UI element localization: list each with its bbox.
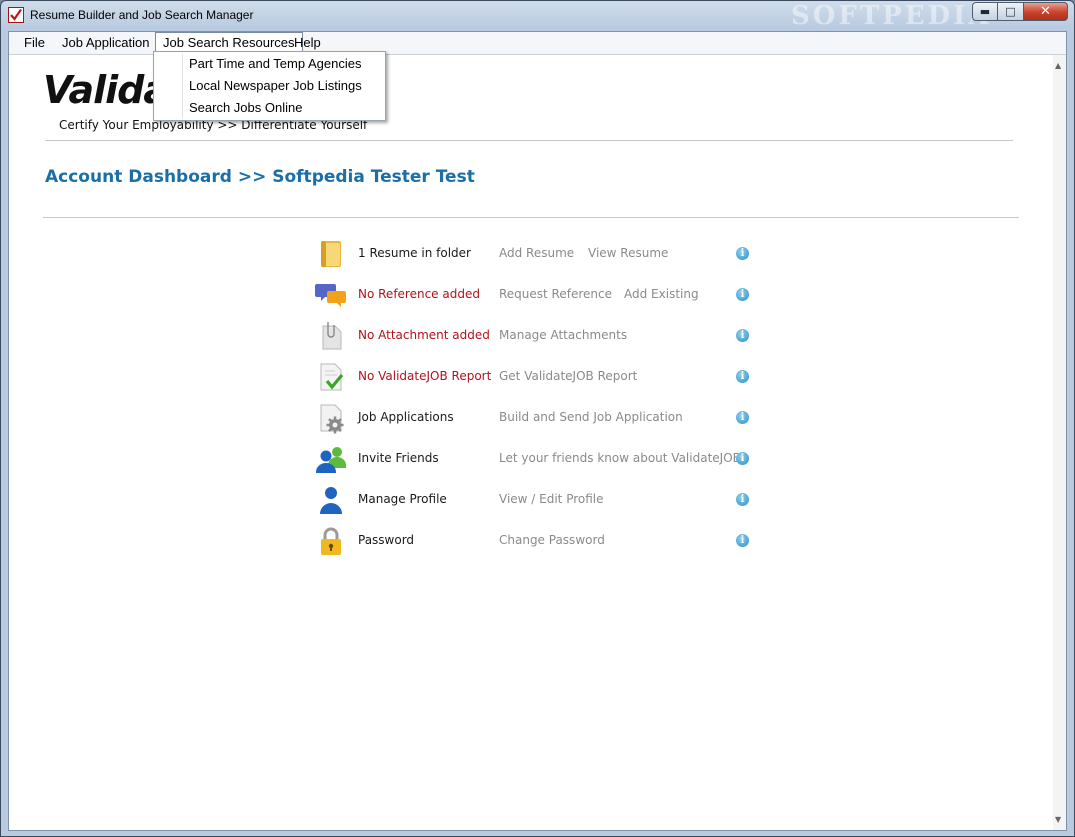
menu-item-part-time-agencies[interactable]: Part Time and Temp Agencies <box>189 53 361 75</box>
row-label: Job Applications <box>358 410 454 424</box>
dashboard-row-reference: No Reference added Request Reference Add… <box>315 279 755 311</box>
divider <box>45 140 1013 141</box>
gear-document-icon <box>315 402 347 434</box>
close-icon: ✕ <box>1040 4 1051 19</box>
info-icon[interactable]: i <box>736 534 749 547</box>
manage-attachments-link[interactable]: Manage Attachments <box>499 328 627 342</box>
speech-bubbles-icon <box>315 279 347 311</box>
row-label: 1 Resume in folder <box>358 246 471 260</box>
build-send-application-link[interactable]: Build and Send Job Application <box>499 410 683 424</box>
row-label: Manage Profile <box>358 492 447 506</box>
dashboard-row-report: No ValidateJOB Report Get ValidateJOB Re… <box>315 361 755 393</box>
invite-friends-link[interactable]: Let your friends know about ValidateJOB <box>499 451 741 465</box>
page-title: Account Dashboard >> Softpedia Tester Te… <box>45 167 475 187</box>
window-title: Resume Builder and Job Search Manager <box>30 8 254 22</box>
row-label: Invite Friends <box>358 451 439 465</box>
close-button[interactable]: ✕ <box>1024 2 1068 21</box>
paperclip-document-icon <box>315 320 347 352</box>
add-existing-link[interactable]: Add Existing <box>624 287 699 301</box>
change-password-link[interactable]: Change Password <box>499 533 605 547</box>
minimize-button[interactable]: ▬ <box>972 2 998 21</box>
title-bar[interactable]: Resume Builder and Job Search Manager SO… <box>1 1 1074 31</box>
scroll-down-icon[interactable]: ▼ <box>1055 815 1061 824</box>
dashboard-row-attachment: No Attachment added Manage Attachments i <box>315 320 755 352</box>
dashboard-row-password: Password Change Password i <box>315 525 755 557</box>
request-reference-link[interactable]: Request Reference <box>499 287 612 301</box>
info-icon[interactable]: i <box>736 370 749 383</box>
vertical-scrollbar[interactable]: ▲ ▼ <box>1053 55 1066 830</box>
job-search-resources-menu: Part Time and Temp Agencies Local Newspa… <box>153 51 386 121</box>
dashboard-row-resume: 1 Resume in folder Add Resume View Resum… <box>315 238 755 270</box>
row-label: No Attachment added <box>358 328 490 342</box>
info-icon[interactable]: i <box>736 493 749 506</box>
view-resume-link[interactable]: View Resume <box>588 246 668 260</box>
client-area: File Job Application Job Search Resource… <box>8 31 1067 831</box>
menu-item-newspaper-listings[interactable]: Local Newspaper Job Listings <box>189 75 362 97</box>
info-icon[interactable]: i <box>736 329 749 342</box>
users-icon <box>315 443 347 475</box>
info-icon[interactable]: i <box>736 452 749 465</box>
menu-file[interactable]: File <box>17 32 52 54</box>
row-label: Password <box>358 533 415 547</box>
app-checkmark-icon <box>8 7 24 23</box>
padlock-icon <box>315 525 347 557</box>
divider <box>43 217 1019 218</box>
row-label: No ValidateJOB Report <box>358 369 492 383</box>
validatejob-logo: Validate <box>43 68 161 112</box>
add-resume-link[interactable]: Add Resume <box>499 246 574 260</box>
maximize-button[interactable]: □ <box>998 2 1024 21</box>
dashboard-row-invite-friends: Invite Friends Let your friends know abo… <box>315 443 755 475</box>
minimize-icon: ▬ <box>979 5 991 18</box>
window-controls: ▬ □ ✕ <box>972 2 1068 21</box>
checked-document-icon <box>315 361 347 393</box>
maximize-icon: □ <box>1005 5 1016 18</box>
user-icon <box>315 484 347 516</box>
dashboard-row-profile: Manage Profile View / Edit Profile i <box>315 484 755 516</box>
get-report-link[interactable]: Get ValidateJOB Report <box>499 369 637 383</box>
info-icon[interactable]: i <box>736 247 749 260</box>
info-icon[interactable]: i <box>736 411 749 424</box>
row-label: No Reference added <box>358 287 480 301</box>
watermark: SOFTPEDIA <box>791 1 992 31</box>
scroll-up-icon[interactable]: ▲ <box>1055 61 1061 70</box>
app-window: Resume Builder and Job Search Manager SO… <box>0 0 1075 837</box>
folder-icon <box>315 238 347 270</box>
info-icon[interactable]: i <box>736 288 749 301</box>
dashboard-content: Validate Certify Your Employability >> D… <box>9 55 1053 830</box>
menu-gutter <box>182 54 183 118</box>
menu-item-search-jobs-online[interactable]: Search Jobs Online <box>189 97 302 119</box>
dashboard-row-job-applications: Job Applications Build and Send Job Appl… <box>315 402 755 434</box>
edit-profile-link[interactable]: View / Edit Profile <box>499 492 604 506</box>
menu-job-application[interactable]: Job Application <box>55 32 156 54</box>
